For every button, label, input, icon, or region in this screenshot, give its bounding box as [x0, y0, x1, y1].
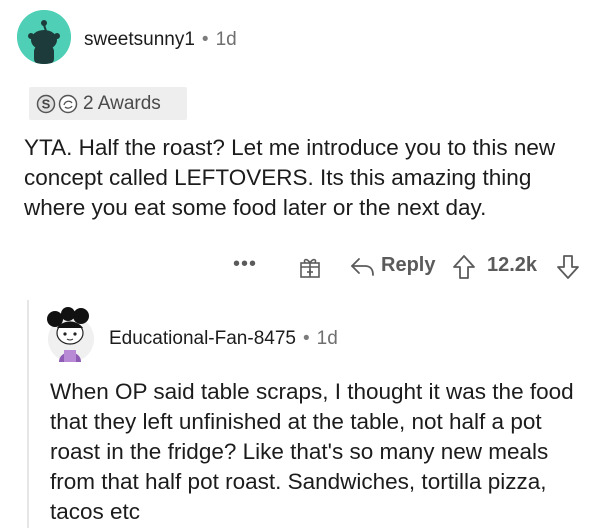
reply-button[interactable]: Reply	[381, 254, 435, 277]
separator-dot: •	[302, 328, 310, 349]
vote-score: 12.2k	[487, 254, 538, 276]
user-avatar-icon[interactable]	[44, 306, 98, 364]
svg-text:S: S	[42, 96, 51, 111]
awards-label: 2 Awards	[83, 92, 161, 114]
gift-icon[interactable]	[298, 255, 322, 279]
username[interactable]: sweetsunny1	[84, 29, 195, 50]
reply-body: When OP said table scraps, I thought it …	[50, 379, 574, 524]
awards-badge[interactable]: S 2 Awards	[29, 87, 187, 120]
downvote-icon[interactable]	[556, 254, 580, 280]
upvote-icon[interactable]	[452, 254, 476, 280]
comment-author[interactable]: sweetsunny1 • 1d	[84, 29, 237, 51]
comment-body: YTA. Half the roast? Let me introduce yo…	[24, 135, 556, 220]
snoo-avatar-icon[interactable]	[17, 10, 71, 64]
helpful-award-icon	[58, 94, 78, 114]
silver-award-icon: S	[36, 94, 56, 114]
reply-author[interactable]: Educational-Fan-8475 • 1d	[109, 328, 338, 350]
separator-dot: •	[201, 29, 209, 50]
comment-age: 1d	[316, 328, 338, 349]
comment-age: 1d	[215, 29, 237, 50]
username[interactable]: Educational-Fan-8475	[109, 328, 296, 349]
reply-arrow-icon[interactable]	[350, 256, 376, 278]
thread-line[interactable]	[27, 300, 29, 528]
more-options-icon[interactable]: •••	[233, 253, 257, 276]
